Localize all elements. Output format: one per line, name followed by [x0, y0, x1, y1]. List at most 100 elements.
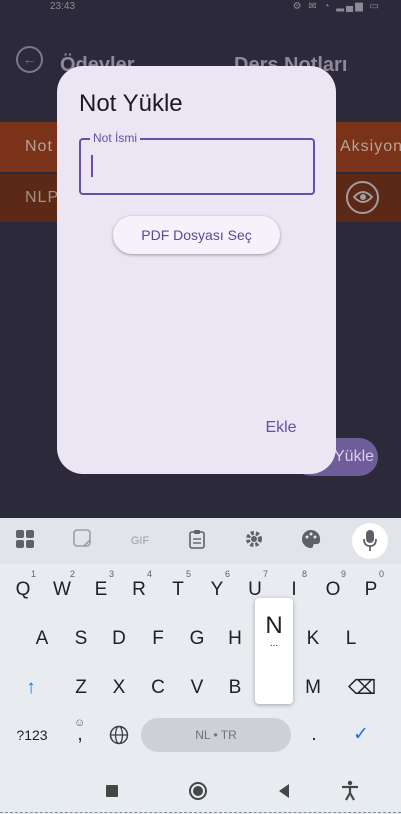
- status-time: 23:43: [50, 1, 76, 12]
- key-label: C: [151, 677, 165, 698]
- period-key[interactable]: .: [296, 715, 332, 755]
- key-label: D: [112, 628, 126, 649]
- key-r[interactable]: R4: [121, 569, 157, 610]
- key-k[interactable]: K: [295, 619, 331, 659]
- key-hint: 8: [301, 569, 307, 579]
- key-t[interactable]: T5: [160, 569, 196, 610]
- key-hint: 3: [108, 569, 114, 579]
- check-icon: ✓: [353, 724, 369, 745]
- key-label: H: [228, 628, 242, 649]
- key-hint: 9: [340, 569, 346, 579]
- key-label: S: [74, 628, 88, 649]
- status-icons: ⚙ ✉ ◔ ▂▄▆ ▭: [292, 1, 381, 12]
- key-label: Y: [210, 579, 224, 600]
- key-m[interactable]: M: [295, 668, 331, 708]
- note-name-label: Not İsmi: [90, 131, 141, 145]
- accessibility-icon[interactable]: [338, 779, 362, 803]
- key-label: K: [306, 628, 320, 649]
- back-icon[interactable]: [272, 779, 296, 803]
- key-label: I: [291, 579, 297, 600]
- key-label: F: [152, 628, 164, 649]
- key-preview-more: ...: [269, 638, 279, 649]
- key-s[interactable]: S: [63, 619, 99, 659]
- backspace-icon: ⌫: [347, 677, 377, 699]
- clipboard-icon[interactable]: [185, 529, 209, 553]
- key-q[interactable]: Q1: [5, 569, 41, 610]
- key-h[interactable]: H: [217, 619, 253, 659]
- key-hint: 1: [30, 569, 36, 579]
- key-l[interactable]: L: [333, 619, 369, 659]
- key-d[interactable]: D: [101, 619, 137, 659]
- key-c[interactable]: C: [140, 668, 176, 708]
- key-w[interactable]: W2: [44, 569, 80, 610]
- note-name-field[interactable]: Not İsmi: [79, 131, 315, 195]
- key-label: G: [189, 628, 205, 649]
- add-button[interactable]: Ekle: [257, 416, 305, 440]
- key-hint: 6: [224, 569, 230, 579]
- text-cursor: [91, 155, 93, 177]
- recents-icon[interactable]: [100, 779, 124, 803]
- key-label: T: [172, 579, 184, 600]
- sticker-icon[interactable]: [70, 529, 94, 553]
- palette-icon[interactable]: [299, 529, 323, 553]
- status-bar: 23:43 ⚙ ✉ ◔ ▂▄▆ ▭: [0, 0, 401, 16]
- key-y[interactable]: Y6: [199, 569, 235, 610]
- eye-icon[interactable]: [346, 181, 379, 214]
- shift-icon: ↑: [26, 677, 36, 698]
- key-a[interactable]: A: [24, 619, 60, 659]
- back-arrow-icon[interactable]: ←: [16, 46, 43, 73]
- symbols-key[interactable]: ?123: [10, 715, 54, 755]
- key-label: L: [345, 628, 357, 649]
- globe-icon[interactable]: [101, 715, 137, 755]
- key-v[interactable]: V: [179, 668, 215, 708]
- backspace-key[interactable]: ⌫: [344, 668, 380, 708]
- shift-key[interactable]: ↑: [13, 668, 49, 708]
- frame-edge: [0, 812, 401, 813]
- key-hint: 4: [146, 569, 152, 579]
- upload-note-dialog: Not Yükle Not İsmi PDF Dosyası Seç Ekle: [57, 66, 336, 474]
- key-p[interactable]: P0: [353, 569, 389, 610]
- key-label: W: [53, 579, 71, 600]
- mic-icon[interactable]: [352, 523, 388, 559]
- keyboard-toolbar: GIF: [0, 518, 401, 564]
- select-pdf-button[interactable]: PDF Dosyası Seç: [113, 216, 280, 254]
- column-header-aksiyon: Aksiyon: [340, 138, 401, 155]
- system-nav-bar: [0, 768, 401, 814]
- enter-key[interactable]: ✓: [343, 715, 379, 755]
- comma-key[interactable]: ☺ ,: [66, 715, 94, 755]
- apps-grid-icon[interactable]: [13, 529, 37, 553]
- key-x[interactable]: X: [101, 668, 137, 708]
- key-label: O: [325, 579, 341, 600]
- key-label: V: [190, 677, 204, 698]
- key-f[interactable]: F: [140, 619, 176, 659]
- key-label: R: [132, 579, 146, 600]
- key-hint: 7: [262, 569, 268, 579]
- key-label: Z: [75, 677, 87, 698]
- key-hint: 5: [185, 569, 191, 579]
- dialog-title: Not Yükle: [79, 90, 183, 117]
- key-hint: 2: [69, 569, 75, 579]
- key-b[interactable]: B: [217, 668, 253, 708]
- key-label: B: [228, 677, 242, 698]
- key-hint: 0: [378, 569, 384, 579]
- row-note-name: NLP: [25, 189, 60, 206]
- key-label: P: [364, 579, 378, 600]
- key-o[interactable]: O9: [315, 569, 351, 610]
- key-label: E: [94, 579, 108, 600]
- key-z[interactable]: Z: [63, 668, 99, 708]
- column-header-not: Not: [25, 138, 53, 155]
- key-g[interactable]: G: [179, 619, 215, 659]
- key-label: X: [112, 677, 126, 698]
- key-label: U: [248, 579, 262, 600]
- key-label: M: [305, 677, 321, 698]
- home-icon[interactable]: [186, 779, 210, 803]
- settings-icon[interactable]: [242, 529, 266, 553]
- note-name-input[interactable]: [90, 150, 304, 182]
- spacebar[interactable]: NL • TR: [141, 718, 291, 752]
- emoji-hint-icon: ☺: [74, 717, 86, 729]
- key-label: ?123: [16, 727, 48, 743]
- key-e[interactable]: E3: [83, 569, 119, 610]
- key-label: .: [311, 724, 317, 745]
- key-preview-popup: N ...: [255, 598, 293, 704]
- gif-icon[interactable]: GIF: [126, 529, 154, 553]
